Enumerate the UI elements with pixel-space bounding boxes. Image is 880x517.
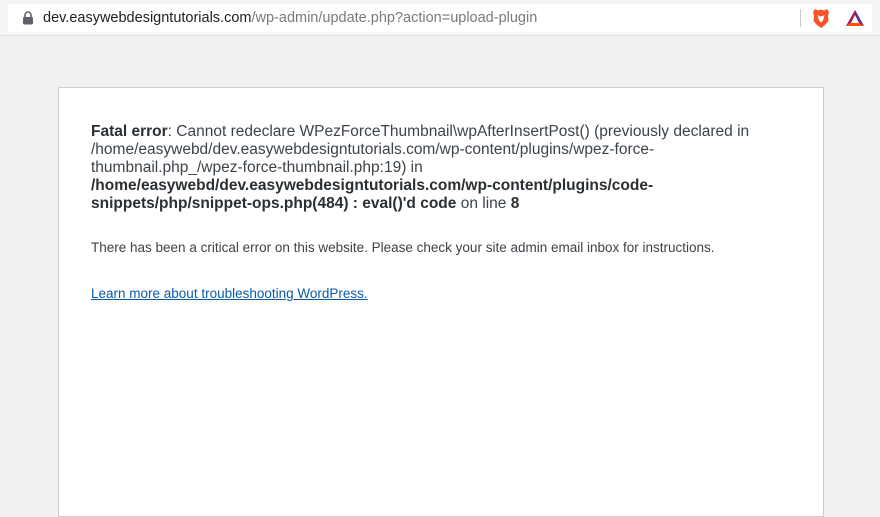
troubleshooting-link[interactable]: Learn more about troubleshooting WordPre… [91, 286, 368, 302]
browser-toolbar: dev.easywebdesigntutorials.com/wp-admin/… [0, 0, 880, 36]
error-line-number: 8 [510, 195, 520, 212]
critical-error-notice: There has been a critical error on this … [91, 240, 715, 255]
address-bar[interactable]: dev.easywebdesigntutorials.com/wp-admin/… [8, 4, 872, 32]
lock-icon[interactable] [22, 11, 34, 25]
url-path: /wp-admin/update.php?action=upload-plugi… [251, 10, 538, 26]
error-panel: Fatal error: Cannot redeclare WPezForceT… [58, 87, 824, 517]
brave-shield-icon[interactable] [811, 7, 831, 29]
fatal-error-message: Fatal error: Cannot redeclare WPezForceT… [91, 123, 791, 213]
error-label: Fatal error [91, 123, 168, 140]
url-text[interactable]: dev.easywebdesigntutorials.com/wp-admin/… [43, 10, 537, 26]
error-description: : Cannot redeclare WPezForceThumbnail\wp… [91, 123, 750, 176]
error-file-path: /home/easywebd/dev.easywebdesigntutorial… [91, 177, 654, 212]
url-host: dev.easywebdesigntutorials.com [43, 10, 252, 26]
error-line-text: on line [456, 195, 511, 212]
bat-rewards-icon[interactable] [845, 8, 865, 28]
toolbar-divider [800, 9, 801, 27]
